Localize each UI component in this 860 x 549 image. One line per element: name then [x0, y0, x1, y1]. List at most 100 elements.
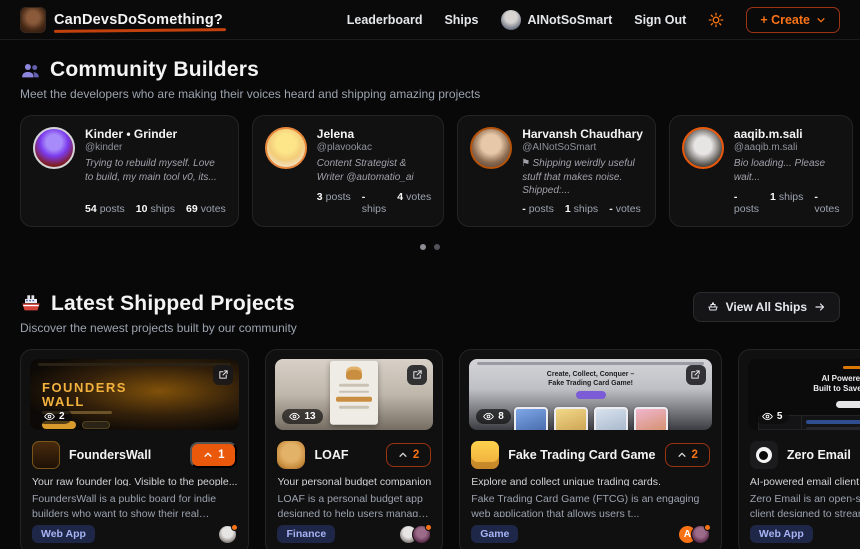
sign-out-link[interactable]: Sign Out [634, 13, 686, 27]
builder-bio: Content Strategist & Writer @automatio_a… [317, 157, 431, 184]
thumb-headline-line2: Fake Trading Card Game! [469, 379, 712, 388]
views-badge: 8 [476, 409, 511, 424]
builder-info: Harvansh Chaudhary @AINotSoSmart ⚑ Shipp… [522, 127, 643, 215]
thumb-trading-card [514, 407, 548, 431]
project-logo [471, 441, 499, 469]
stat-posts: -posts [522, 203, 554, 215]
builder-card-kinder[interactable]: Kinder • Grinder @kinder Trying to rebui… [20, 115, 239, 227]
project-card-ftcg[interactable]: Create, Collect, Conquer – Fake Trading … [459, 349, 722, 549]
category-tag[interactable]: Finance [277, 525, 335, 543]
project-logo [750, 441, 778, 469]
project-footer: Finance [266, 517, 442, 549]
project-footer: Web App [21, 517, 248, 549]
project-thumbnail: Create, Collect, Conquer – Fake Trading … [469, 359, 712, 431]
upvote-count: 2 [413, 449, 419, 461]
builder-card-harvansh[interactable]: Harvansh Chaudhary @AINotSoSmart ⚑ Shipp… [457, 115, 656, 227]
external-link-icon [218, 369, 229, 380]
eye-icon [483, 411, 494, 422]
project-footer: Game A [460, 517, 721, 549]
view-all-ships-label: View All Ships [726, 300, 807, 314]
brand[interactable]: CanDevsDoSomething? [20, 7, 223, 33]
builder-handle: @kinder [85, 142, 226, 153]
external-link-button[interactable] [213, 365, 233, 385]
builder-handle: @AINotSoSmart [522, 142, 643, 153]
chevron-up-icon [203, 450, 213, 460]
stat-votes-label: votes [616, 203, 641, 215]
thumb-headline: AI Powered Email. Built to Save You Time [748, 374, 860, 396]
maker-avatars[interactable] [399, 525, 431, 544]
views-badge: 5 [755, 409, 790, 424]
category-tag[interactable]: Game [471, 525, 518, 543]
project-card-founderswall[interactable]: FOUNDERS WALL 2 FoundersWall [20, 349, 249, 549]
pagination-dot-2[interactable] [434, 244, 440, 250]
nav-user-menu[interactable]: AINotSoSmart [501, 10, 613, 30]
project-name: FoundersWall [69, 448, 151, 462]
stat-ships-label: ships [574, 203, 599, 215]
builder-name: Kinder • Grinder [85, 127, 226, 141]
stat-votes: 69votes [186, 203, 226, 215]
stat-ships-value: 10 [136, 203, 148, 215]
view-all-ships-button[interactable]: View All Ships [693, 292, 840, 322]
upvote-button[interactable]: 1 [190, 442, 237, 468]
ship-icon [20, 293, 42, 315]
project-logo [32, 441, 60, 469]
project-card-loaf[interactable]: 13 LOAF 2 Your personal budget companion… [265, 349, 443, 549]
thumb-decoration [802, 416, 860, 430]
external-link-button[interactable] [686, 365, 706, 385]
ships-subtitle: Discover the newest projects built by ou… [20, 321, 297, 335]
category-tag[interactable]: Web App [32, 525, 95, 543]
stat-posts: 3posts [317, 191, 351, 215]
stat-posts: -posts [734, 191, 759, 215]
project-title-row: FoundersWall 1 [21, 434, 248, 469]
carousel-pagination [20, 244, 840, 250]
builder-info: Kinder • Grinder @kinder Trying to rebui… [85, 127, 226, 215]
views-count: 13 [304, 411, 315, 422]
brand-logo-image [20, 7, 46, 33]
stat-ships-value: 1 [770, 191, 776, 203]
thumb-trading-card [594, 407, 628, 431]
builder-stats: 3posts -ships 4votes [317, 186, 431, 215]
category-tag[interactable]: Web App [750, 525, 813, 543]
pagination-dot-1[interactable] [420, 244, 426, 250]
create-button-label: + Create [760, 13, 810, 27]
thumb-decoration [336, 397, 372, 402]
builders-grid: Kinder • Grinder @kinder Trying to rebui… [20, 115, 840, 227]
upvote-count: 1 [218, 449, 224, 461]
thumb-decoration [477, 362, 704, 365]
project-thumbnail: FOUNDERS WALL 2 [30, 359, 239, 431]
nav-link-ships[interactable]: Ships [444, 13, 478, 27]
project-name: LOAF [314, 448, 348, 462]
thumb-card-row [477, 407, 704, 431]
nav-link-leaderboard[interactable]: Leaderboard [347, 13, 423, 27]
thumb-decoration [339, 391, 369, 394]
builder-avatar [470, 127, 512, 169]
project-tagline: Your personal budget companion [266, 476, 442, 486]
stat-posts: 54posts [85, 203, 125, 215]
builder-card-aaqib[interactable]: aaqib.m.sali @aaqib.m.sali Bio loading..… [669, 115, 853, 227]
stat-votes: -votes [814, 191, 839, 215]
create-button[interactable]: + Create [746, 7, 840, 33]
builder-bio: Trying to rebuild myself. Love to build,… [85, 157, 226, 184]
thumb-headline: Create, Collect, Conquer – Fake Trading … [469, 370, 712, 388]
stat-ships: 1ships [565, 203, 598, 215]
maker-avatars[interactable] [218, 525, 237, 544]
views-count: 2 [59, 411, 65, 422]
thumb-decoration [339, 406, 369, 409]
navbar: CanDevsDoSomething? Leaderboard Ships AI… [0, 0, 860, 40]
thumb-decoration [836, 401, 860, 408]
upvote-button[interactable]: 2 [386, 443, 431, 467]
builders-header: Community Builders [20, 58, 840, 82]
theme-toggle-button[interactable] [708, 12, 724, 28]
external-link-button[interactable] [407, 365, 427, 385]
builder-card-jelena[interactable]: Jelena @plavookac Content Strategist & W… [252, 115, 444, 227]
eye-icon [289, 411, 300, 422]
shipped-projects-section: Latest Shipped Projects Discover the new… [0, 292, 860, 549]
thumb-decoration [806, 427, 860, 431]
thumb-decoration [82, 421, 110, 429]
maker-avatars[interactable]: A [678, 525, 710, 544]
stat-votes-value: 69 [186, 203, 198, 215]
upvote-button[interactable]: 2 [665, 443, 710, 467]
project-card-zero-email[interactable]: AI Powered Email. Built to Save You Time [738, 349, 860, 549]
views-count: 5 [777, 411, 783, 422]
stat-ships: -ships [362, 191, 387, 215]
